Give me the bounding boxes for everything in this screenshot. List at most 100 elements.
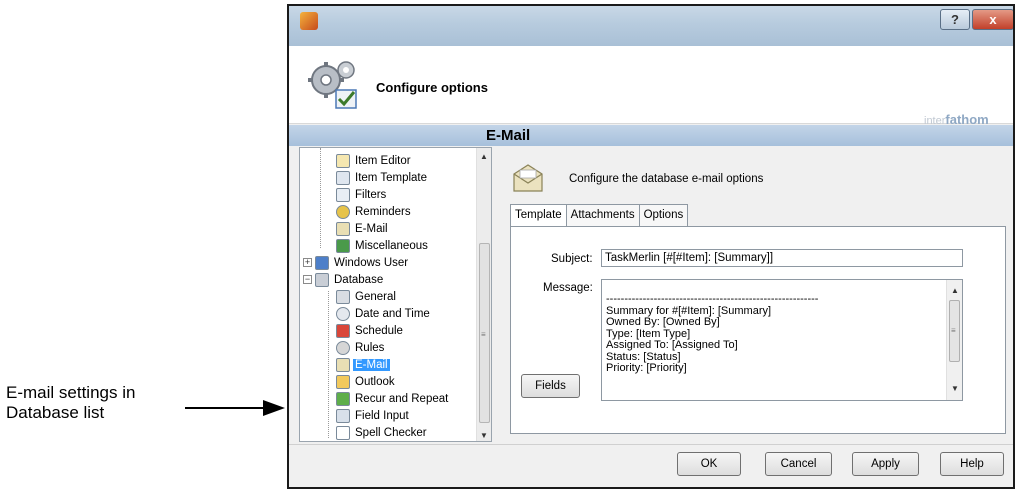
callout-arrow-head-icon: [263, 400, 285, 416]
message-line: Priority: [Priority]: [606, 362, 687, 374]
tree-item-database-email[interactable]: E-Mail: [336, 356, 390, 373]
message-line: Assigned To: [Assigned To]: [606, 339, 738, 351]
scroll-grip-icon: ≡: [481, 330, 486, 339]
tree-item-label: Reminders: [355, 205, 411, 218]
tree-item-label: Rules: [355, 341, 385, 354]
envelope-icon: [513, 164, 543, 192]
gear-icon: [308, 61, 357, 109]
recur-icon: [336, 391, 350, 406]
subject-label: Subject:: [551, 253, 593, 265]
envelope-icon: [336, 357, 350, 372]
tree-item-item-editor[interactable]: Item Editor: [336, 152, 413, 169]
tree-item-label: E-Mail: [355, 222, 388, 235]
message-content: ----------------------------------------…: [606, 293, 819, 375]
tab-template[interactable]: Template: [510, 204, 567, 228]
tree-item-item-template[interactable]: Item Template: [336, 169, 429, 186]
cancel-button[interactable]: Cancel: [765, 452, 832, 476]
tree-item-general[interactable]: General: [336, 288, 398, 305]
tree-item-filters[interactable]: Filters: [336, 186, 388, 203]
field-input-icon: [336, 408, 350, 423]
tree-item-label: Recur and Repeat: [355, 392, 449, 405]
tree-item-label: Outlook: [355, 375, 395, 388]
scroll-down-icon[interactable]: ▼: [480, 431, 488, 440]
tree-item-database[interactable]: Database: [315, 271, 385, 288]
message-textarea[interactable]: ----------------------------------------…: [601, 279, 963, 401]
tree-item-label: E-Mail: [353, 358, 390, 371]
tab-attachments[interactable]: Attachments: [565, 204, 640, 226]
user-icon: [315, 255, 329, 270]
general-icon: [336, 289, 350, 304]
message-scrollbar[interactable]: ▲ ≡ ▼: [946, 280, 962, 400]
tree-item-label: Item Editor: [355, 154, 411, 167]
tree-item-label: Schedule: [355, 324, 403, 337]
tree-item-windows-user[interactable]: Windows User: [315, 254, 410, 271]
titlebar-help-button[interactable]: ?: [940, 9, 970, 30]
tree-scrollbar[interactable]: ▲ ≡ ▼: [476, 148, 491, 441]
calendar-icon: [336, 323, 350, 338]
tree-item-label: Filters: [355, 188, 387, 201]
tree-item-label: Date and Time: [355, 307, 430, 320]
tree-item-date-and-time[interactable]: Date and Time: [336, 305, 432, 322]
tree-item-email[interactable]: E-Mail: [336, 220, 390, 237]
callout-annotation: E-mail settings in Database list: [6, 383, 206, 423]
tree-item-field-input[interactable]: Field Input: [336, 407, 411, 424]
footer-divider: [289, 444, 1013, 445]
tree-item-label: General: [355, 290, 396, 303]
message-line: Owned By: [Owned By]: [606, 316, 720, 328]
title-bar[interactable]: ? x: [289, 6, 1013, 46]
tree-item-recur-and-repeat[interactable]: Recur and Repeat: [336, 390, 450, 407]
section-header: E-Mail: [289, 125, 1013, 146]
message-line: ----------------------------------------…: [606, 293, 819, 305]
callout-line-2: Database list: [6, 403, 105, 422]
tree-item-label: Miscellaneous: [355, 239, 428, 252]
spell-check-icon: [336, 425, 350, 440]
dialog-title: Configure options: [376, 80, 488, 95]
callout-arrow-line: [185, 407, 265, 409]
apply-button[interactable]: Apply: [852, 452, 919, 476]
tree-connector: [328, 291, 329, 438]
tree-item-schedule[interactable]: Schedule: [336, 322, 405, 339]
callout-line-1: E-mail settings in: [6, 383, 136, 402]
dialog-banner: Configure options interfathom: [289, 46, 1013, 127]
tree-connector: [320, 148, 321, 248]
collapse-database-icon[interactable]: −: [303, 275, 312, 284]
tree-item-outlook[interactable]: Outlook: [336, 373, 397, 390]
tree-item-miscellaneous[interactable]: Miscellaneous: [336, 237, 430, 254]
configure-options-dialog: ? x Configure options interfathom E-Mail…: [287, 4, 1015, 489]
tab-options[interactable]: Options: [638, 204, 689, 226]
scroll-up-icon[interactable]: ▲: [480, 152, 488, 161]
tab-strip: Template Attachments Options: [510, 204, 689, 228]
tree-item-spell-checker[interactable]: Spell Checker: [336, 424, 429, 441]
section-title: E-Mail: [486, 127, 531, 144]
filter-icon: [336, 187, 350, 202]
titlebar-close-button[interactable]: x: [972, 9, 1013, 30]
tree-item-label: Item Template: [355, 171, 428, 184]
outlook-icon: [336, 374, 350, 389]
scroll-grip-icon: ≡: [951, 326, 956, 335]
shapes-icon: [336, 238, 350, 253]
scroll-down-icon[interactable]: ▼: [951, 384, 959, 393]
bell-icon: [336, 204, 350, 219]
tree-item-label: Field Input: [355, 409, 409, 422]
tree-item-reminders[interactable]: Reminders: [336, 203, 413, 220]
envelope-icon: [336, 221, 350, 236]
scroll-up-icon[interactable]: ▲: [951, 286, 959, 295]
options-tree[interactable]: Item Editor Item Template Filters Remind…: [299, 147, 492, 442]
database-icon: [315, 272, 329, 287]
clock-icon: [336, 306, 350, 321]
ok-button[interactable]: OK: [677, 452, 741, 476]
editor-icon: [336, 153, 350, 168]
expand-windows-user-icon[interactable]: +: [303, 258, 312, 267]
subject-input[interactable]: TaskMerlin [#[#Item]: [Summary]]: [601, 249, 963, 267]
app-icon: [300, 12, 318, 30]
help-button[interactable]: Help: [940, 452, 1004, 476]
message-label: Message:: [543, 282, 593, 294]
rules-icon: [336, 340, 350, 355]
tree-item-rules[interactable]: Rules: [336, 339, 386, 356]
page-description: Configure the database e-mail options: [569, 173, 764, 185]
tree-item-label: Spell Checker: [355, 426, 427, 439]
template-icon: [336, 170, 350, 185]
tree-item-label: Database: [334, 273, 384, 286]
fields-button[interactable]: Fields: [521, 374, 580, 398]
tree-item-label: Windows User: [334, 256, 409, 269]
